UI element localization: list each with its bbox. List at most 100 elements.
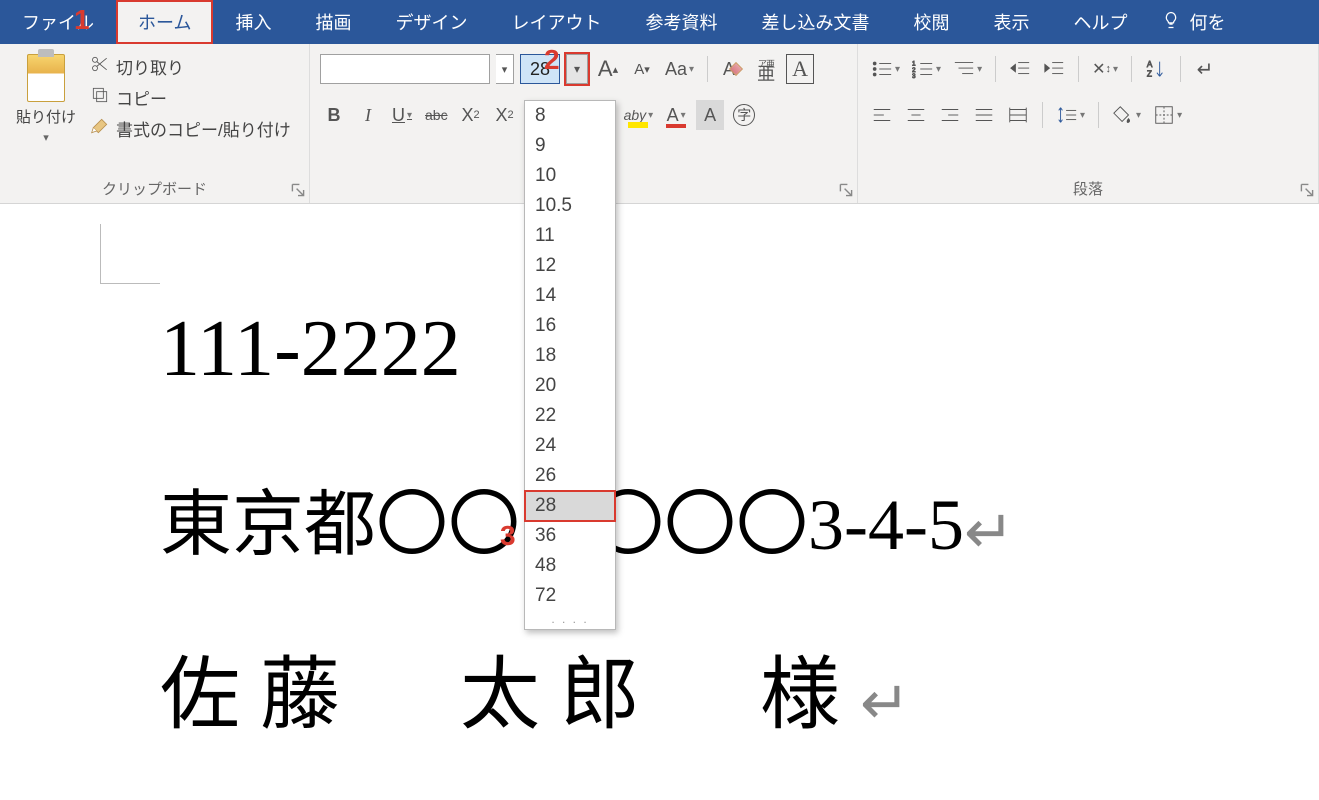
tab-review[interactable]: 校閲 bbox=[891, 0, 971, 44]
clear-formatting-button[interactable]: A bbox=[718, 54, 746, 84]
font-size-option[interactable]: 16 bbox=[525, 311, 615, 341]
font-size-option[interactable]: 9 bbox=[525, 131, 615, 161]
paragraph-mark-icon: ↵ bbox=[964, 499, 1014, 565]
font-size-option[interactable]: 22 bbox=[525, 401, 615, 431]
italic-button[interactable]: I bbox=[354, 100, 382, 130]
font-dialog-launcher-icon[interactable] bbox=[839, 183, 853, 197]
ribbon-body: 貼り付け ▾ 切り取り コピー 書式のコピー/貼り付け クリップボード bbox=[0, 44, 1319, 204]
shading-button[interactable]: ▾ bbox=[1109, 100, 1144, 130]
highlight-button[interactable]: aby▾ bbox=[621, 100, 657, 130]
paragraph-mark-icon: ↵ bbox=[860, 671, 930, 737]
font-size-option[interactable]: 26 bbox=[525, 461, 615, 491]
font-color-button[interactable]: A▾ bbox=[662, 100, 690, 130]
font-name-input[interactable] bbox=[320, 54, 490, 84]
tab-mailings[interactable]: 差し込み文書 bbox=[739, 0, 891, 44]
subscript-button[interactable]: X2 bbox=[457, 100, 485, 130]
font-size-option[interactable]: 28 bbox=[525, 491, 615, 521]
font-size-option[interactable]: 12 bbox=[525, 251, 615, 281]
divider bbox=[1180, 56, 1181, 82]
svg-text:Z: Z bbox=[1147, 69, 1152, 78]
cut-button[interactable]: 切り取り bbox=[90, 54, 291, 79]
scissors-icon bbox=[90, 54, 110, 79]
paste-label: 貼り付け bbox=[16, 106, 76, 127]
tab-view[interactable]: 表示 bbox=[971, 0, 1051, 44]
font-size-option[interactable]: 14 bbox=[525, 281, 615, 311]
font-size-input[interactable]: 28 bbox=[520, 54, 560, 84]
dropdown-resize-grip[interactable]: . . . . bbox=[525, 611, 615, 629]
align-justify-button[interactable] bbox=[970, 100, 998, 130]
font-size-option[interactable]: 20 bbox=[525, 371, 615, 401]
clipboard-dialog-launcher-icon[interactable] bbox=[291, 183, 305, 197]
page-corner-marker bbox=[100, 224, 160, 284]
tab-insert[interactable]: 挿入 bbox=[213, 0, 293, 44]
paragraph-dialog-launcher-icon[interactable] bbox=[1300, 183, 1314, 197]
tab-file[interactable]: ファイル bbox=[0, 0, 116, 44]
copy-label: コピー bbox=[116, 85, 167, 110]
copy-button[interactable]: コピー bbox=[90, 85, 291, 110]
font-size-option[interactable]: 36 bbox=[525, 521, 615, 551]
change-case-button[interactable]: Aa▾ bbox=[662, 54, 697, 84]
tab-draw[interactable]: 描画 bbox=[293, 0, 373, 44]
character-border-button[interactable]: A bbox=[786, 54, 814, 84]
line-spacing-button[interactable]: ▾ bbox=[1053, 100, 1088, 130]
decrease-font-button[interactable]: A▾ bbox=[628, 54, 656, 84]
font-size-dropdown[interactable]: ▾ bbox=[566, 54, 588, 84]
strikethrough-button[interactable]: abc bbox=[422, 100, 451, 130]
ruby-button[interactable]: ア亜亜 bbox=[752, 54, 780, 84]
tab-design[interactable]: デザイン bbox=[373, 0, 489, 44]
lightbulb-icon bbox=[1161, 10, 1181, 35]
divider bbox=[1098, 102, 1099, 128]
increase-indent-button[interactable] bbox=[1040, 54, 1068, 84]
align-left-button[interactable] bbox=[868, 100, 896, 130]
text-direction-button[interactable]: ✕↕▾ bbox=[1089, 54, 1121, 84]
multilevel-list-button[interactable]: ▾ bbox=[950, 54, 985, 84]
font-name-dropdown[interactable]: ▾ bbox=[496, 54, 514, 84]
ribbon-tabs: ファイル ホーム 挿入 描画 デザイン レイアウト 参考資料 差し込み文書 校閲… bbox=[0, 0, 1319, 44]
font-size-dropdown-list[interactable]: 891010.511121416182022242628364872 . . .… bbox=[524, 100, 616, 630]
increase-font-button[interactable]: A▴ bbox=[594, 54, 622, 84]
font-size-option[interactable]: 10.5 bbox=[525, 191, 615, 221]
numbering-button[interactable]: 123▾ bbox=[909, 54, 944, 84]
bold-button[interactable]: B bbox=[320, 100, 348, 130]
font-size-option[interactable]: 10 bbox=[525, 161, 615, 191]
svg-text:A: A bbox=[1147, 60, 1153, 69]
align-right-button[interactable] bbox=[936, 100, 964, 130]
svg-text:3: 3 bbox=[912, 73, 916, 80]
character-shading-button[interactable]: A bbox=[696, 100, 724, 130]
format-painter-button[interactable]: 書式のコピー/貼り付け bbox=[90, 116, 291, 141]
divider bbox=[707, 56, 708, 82]
paragraph-group-label: 段落 bbox=[858, 178, 1318, 199]
tab-help[interactable]: ヘルプ bbox=[1051, 0, 1149, 44]
tab-home[interactable]: ホーム bbox=[116, 0, 213, 44]
show-paragraph-marks-button[interactable]: ↵ bbox=[1191, 54, 1219, 84]
divider bbox=[1042, 102, 1043, 128]
tell-me-box[interactable]: 何を bbox=[1149, 0, 1237, 44]
underline-button[interactable]: U▾ bbox=[388, 100, 416, 130]
copy-icon bbox=[90, 85, 110, 110]
tab-references[interactable]: 参考資料 bbox=[623, 0, 739, 44]
font-size-option[interactable]: 72 bbox=[525, 581, 615, 611]
divider bbox=[1078, 56, 1079, 82]
chevron-down-icon[interactable]: ▾ bbox=[43, 131, 49, 144]
distribute-button[interactable] bbox=[1004, 100, 1032, 130]
paste-icon bbox=[27, 54, 65, 102]
font-size-option[interactable]: 18 bbox=[525, 341, 615, 371]
font-size-option[interactable]: 48 bbox=[525, 551, 615, 581]
tell-me-label: 何を bbox=[1189, 9, 1225, 35]
superscript-button[interactable]: X2 bbox=[491, 100, 519, 130]
borders-button[interactable]: ▾ bbox=[1150, 100, 1185, 130]
font-size-option[interactable]: 24 bbox=[525, 431, 615, 461]
bullets-button[interactable]: ▾ bbox=[868, 54, 903, 84]
doc-line-3[interactable]: 佐藤 太郎 様↵ bbox=[160, 630, 1014, 746]
sort-button[interactable]: AZ bbox=[1142, 54, 1170, 84]
font-size-option[interactable]: 11 bbox=[525, 221, 615, 251]
clipboard-group-label: クリップボード bbox=[0, 178, 309, 199]
cut-label: 切り取り bbox=[116, 54, 184, 79]
font-size-option[interactable]: 8 bbox=[525, 101, 615, 131]
align-center-button[interactable] bbox=[902, 100, 930, 130]
paintbrush-icon bbox=[90, 116, 110, 141]
enclose-characters-button[interactable]: 字 bbox=[730, 100, 758, 130]
decrease-indent-button[interactable] bbox=[1006, 54, 1034, 84]
tab-layout[interactable]: レイアウト bbox=[489, 0, 623, 44]
document-canvas[interactable]: 111-2222 東京都〇〇区〇〇〇3-4-5↵ 佐藤 太郎 様↵ bbox=[40, 204, 1319, 800]
